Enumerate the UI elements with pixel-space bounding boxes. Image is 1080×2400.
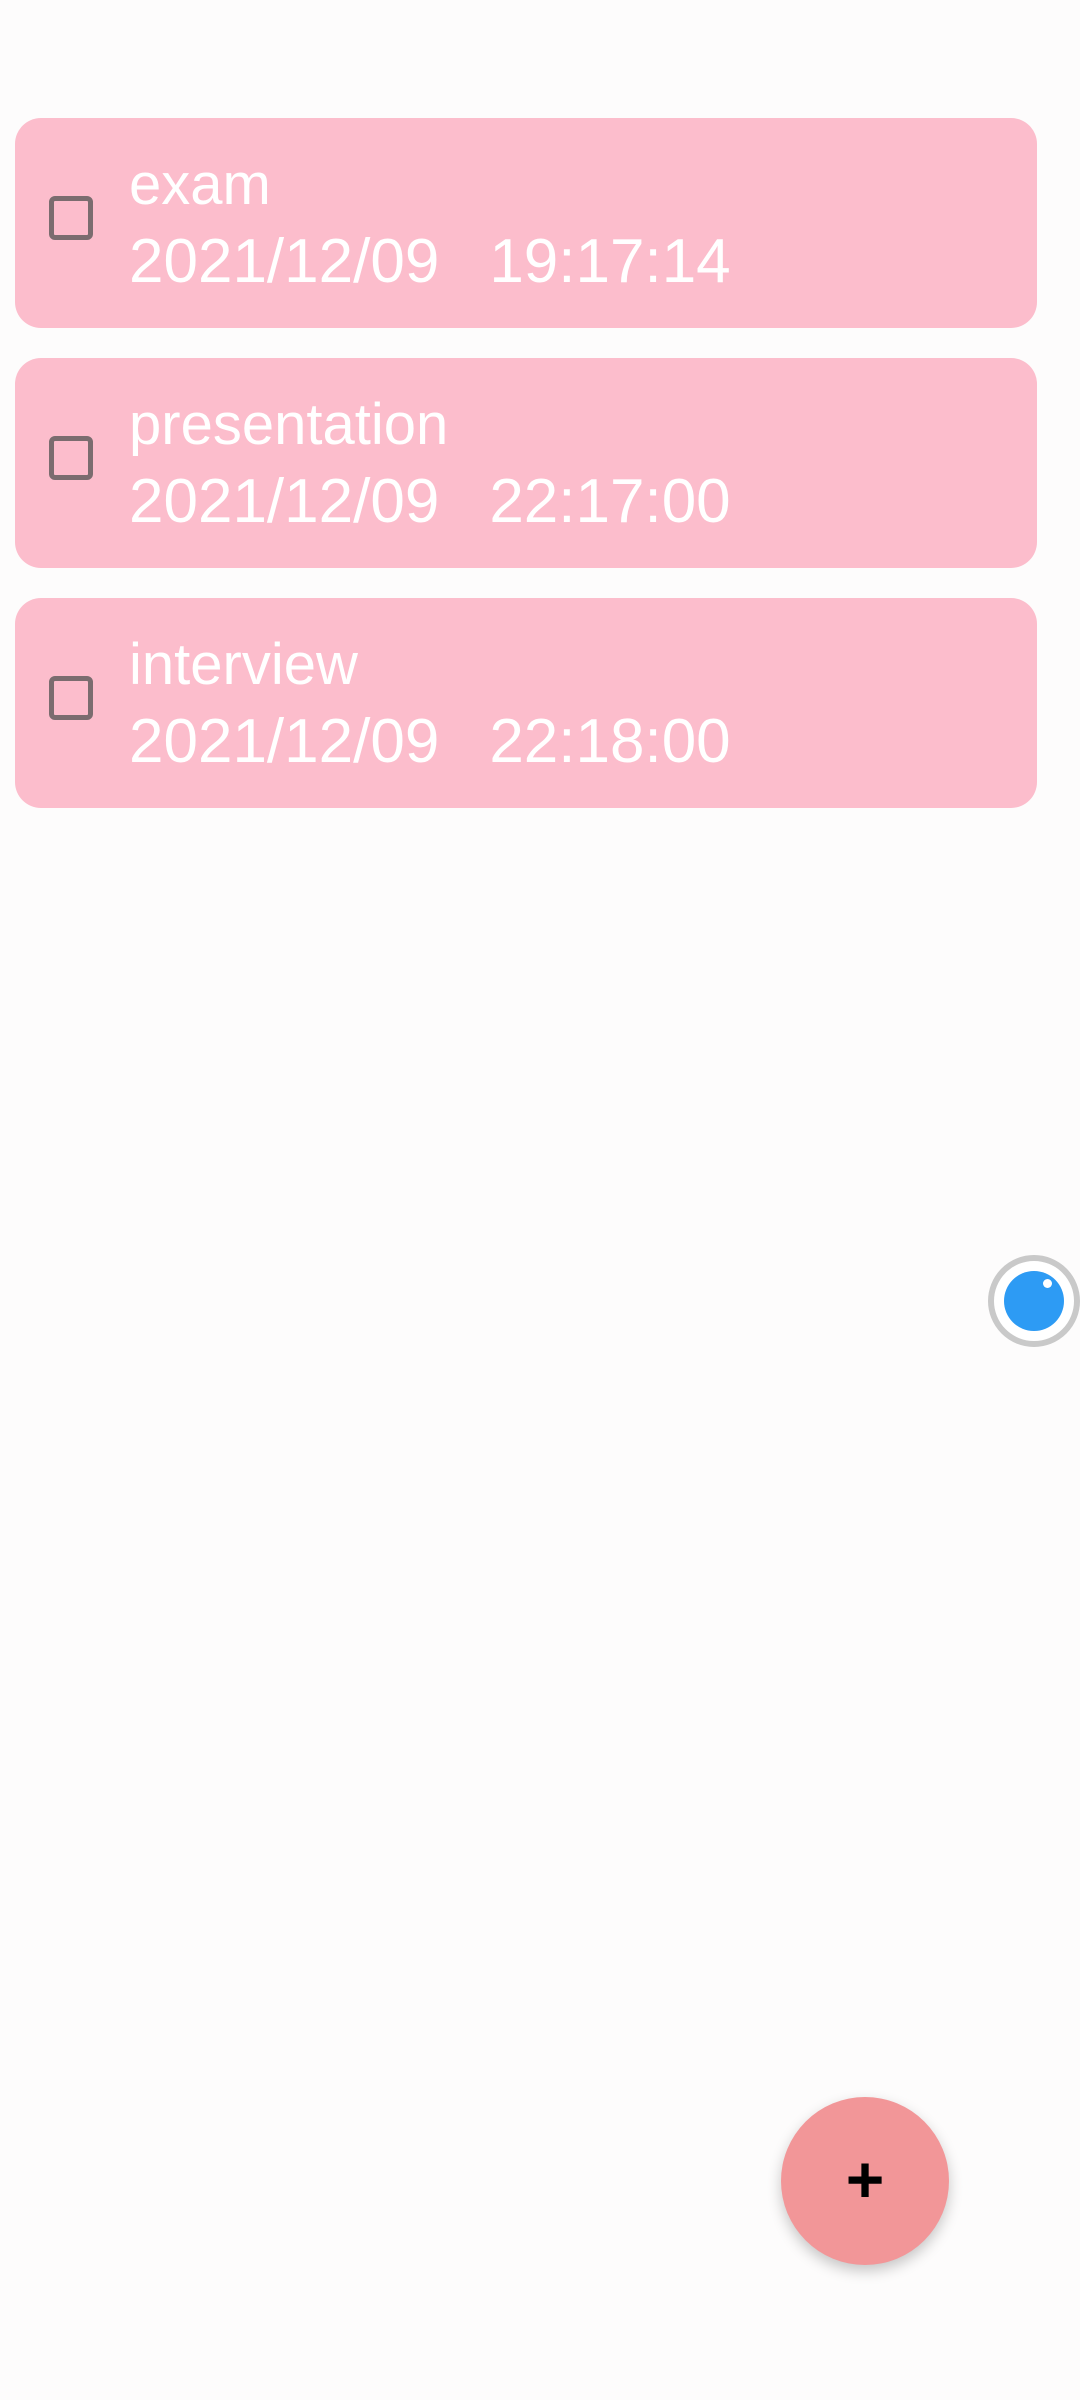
task-card[interactable]: presentation 2021/12/09 22:17:00 xyxy=(15,358,1037,568)
task-title: presentation xyxy=(129,392,449,457)
assistive-ball-icon[interactable] xyxy=(988,1255,1080,1347)
task-datetime: 2021/12/09 19:17:14 xyxy=(129,227,731,297)
task-title: interview xyxy=(129,632,358,697)
task-title: exam xyxy=(129,152,271,217)
task-checkbox[interactable] xyxy=(49,436,93,480)
task-checkbox[interactable] xyxy=(49,196,93,240)
task-datetime: 2021/12/09 22:17:00 xyxy=(129,467,731,537)
task-card[interactable]: interview 2021/12/09 22:18:00 xyxy=(15,598,1037,808)
assistive-ball-shine xyxy=(1043,1279,1052,1288)
add-task-button[interactable]: + xyxy=(781,2097,949,2265)
task-card[interactable]: exam 2021/12/09 19:17:14 xyxy=(15,118,1037,328)
task-list-screen: exam 2021/12/09 19:17:14 presentation 202… xyxy=(0,0,1080,2400)
task-time: 22:18:00 xyxy=(489,707,731,776)
task-time: 19:17:14 xyxy=(489,227,731,296)
task-date: 2021/12/09 xyxy=(129,707,440,776)
task-date: 2021/12/09 xyxy=(129,227,440,296)
task-time: 22:17:00 xyxy=(489,467,731,536)
plus-icon: + xyxy=(845,2142,885,2216)
task-list: exam 2021/12/09 19:17:14 presentation 202… xyxy=(15,118,1037,838)
task-date: 2021/12/09 xyxy=(129,467,440,536)
task-checkbox[interactable] xyxy=(49,676,93,720)
task-datetime: 2021/12/09 22:18:00 xyxy=(129,707,731,777)
assistive-ball-core xyxy=(1004,1271,1064,1331)
